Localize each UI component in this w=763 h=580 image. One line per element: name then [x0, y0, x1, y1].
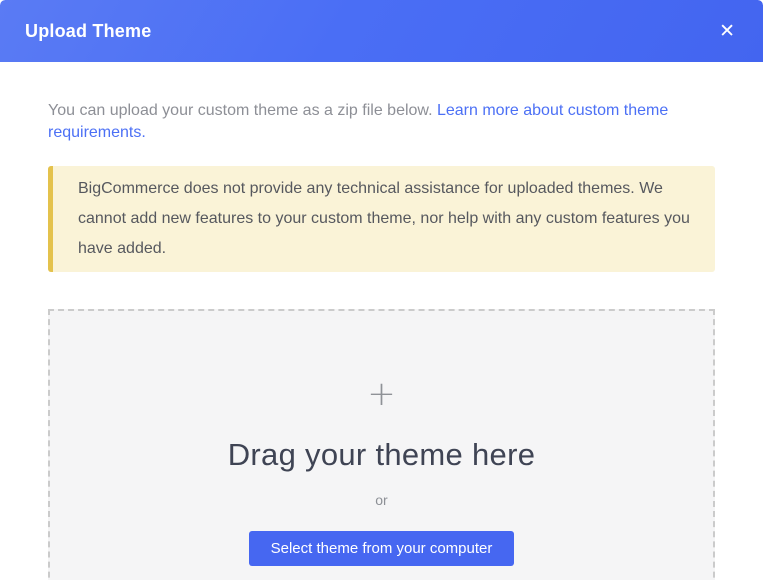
- plus-icon: +: [50, 377, 713, 411]
- dropzone-heading: Drag your theme here: [50, 436, 713, 474]
- warning-text: BigCommerce does not provide any technic…: [78, 180, 690, 257]
- modal-body: You can upload your custom theme as a zi…: [0, 62, 763, 580]
- warning-banner: BigCommerce does not provide any technic…: [48, 166, 715, 272]
- modal-header: Upload Theme ✕: [0, 0, 763, 62]
- theme-dropzone[interactable]: + Drag your theme here or Select theme f…: [48, 309, 715, 580]
- or-separator: or: [50, 492, 713, 508]
- upload-theme-modal: Upload Theme ✕ You can upload your custo…: [0, 0, 763, 580]
- intro-text-plain: You can upload your custom theme as a zi…: [48, 102, 437, 119]
- modal-title: Upload Theme: [25, 21, 151, 42]
- select-theme-button[interactable]: Select theme from your computer: [249, 531, 515, 566]
- close-icon: ✕: [719, 20, 735, 42]
- intro-text: You can upload your custom theme as a zi…: [48, 100, 715, 144]
- close-button[interactable]: ✕: [717, 20, 737, 43]
